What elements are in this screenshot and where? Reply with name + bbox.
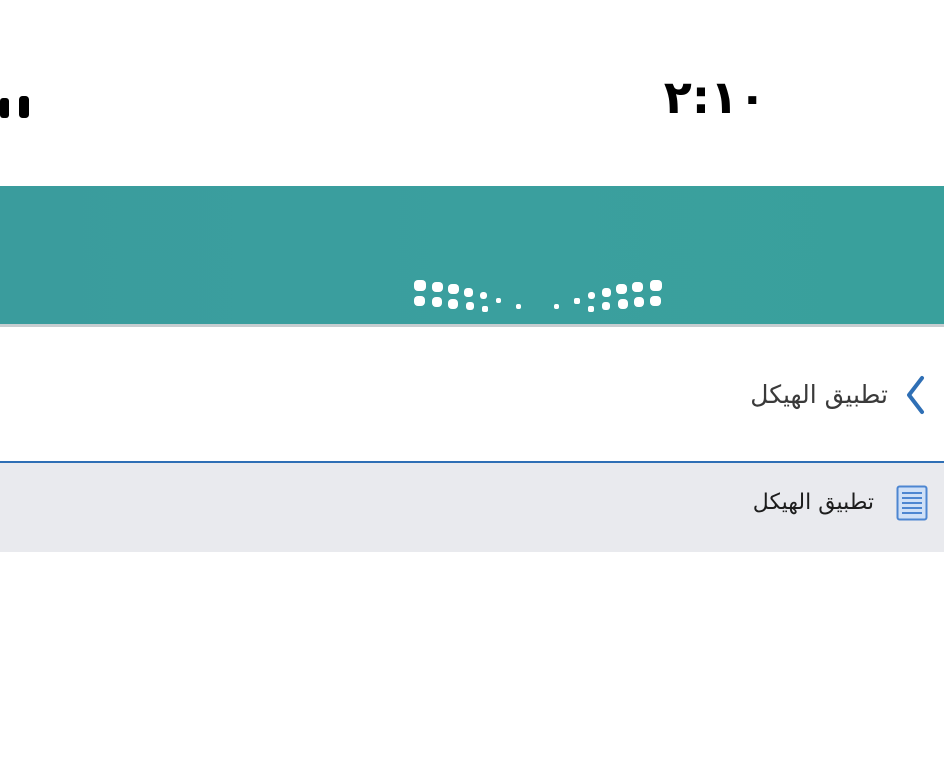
header-banner [0,186,944,324]
list-item-label: تطبيق الهيكل [752,490,874,515]
list-item[interactable]: تطبيق الهيكل [0,463,944,552]
breadcrumb: تطبيق الهيكل [0,327,944,461]
content-area [0,552,944,760]
ministry-logo-icon [414,280,662,312]
breadcrumb-label: تطبيق الهيكل [750,380,888,409]
signal-bars-icon [0,96,29,118]
status-time: ٢:١٠ [663,70,767,124]
chevron-right-icon[interactable] [904,375,926,415]
status-bar: ٢:١٠ [0,0,944,186]
document-icon [896,485,928,521]
